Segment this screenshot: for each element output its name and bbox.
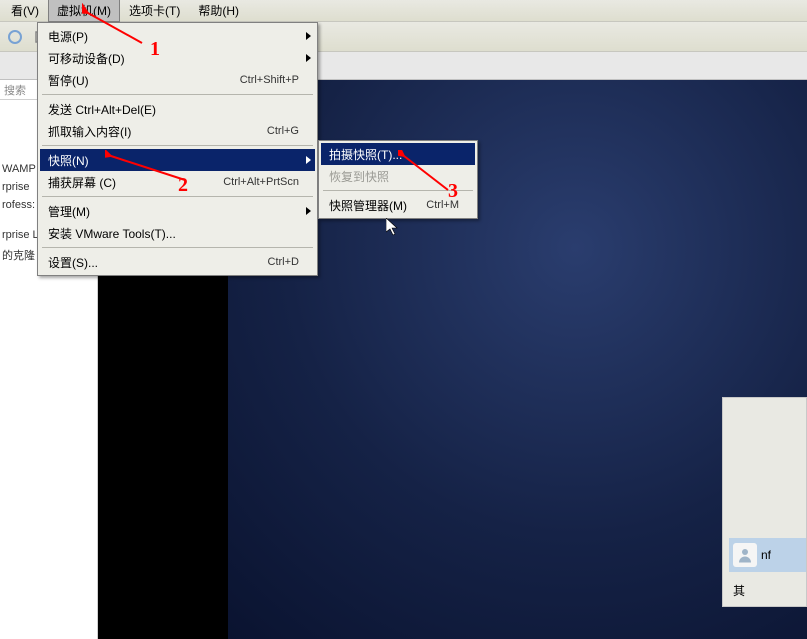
menu-shortcut: Ctrl+Shift+P: [240, 74, 311, 86]
menu-label: 设置(S)...: [48, 254, 268, 271]
annotation-number-1: 1: [150, 38, 160, 61]
menu-separator: [42, 94, 313, 95]
menu-label: 拍摄快照(T)...: [329, 146, 471, 163]
menubar: 看(V) 虚拟机(M) 选项卡(T) 帮助(H): [0, 0, 807, 22]
menu-label: 电源(P): [48, 28, 302, 45]
menu-label: 管理(M): [48, 203, 302, 220]
annotation-number-3: 3: [448, 180, 458, 203]
menu-tabs[interactable]: 选项卡(T): [120, 0, 189, 22]
menu-shortcut: Ctrl+G: [267, 125, 311, 137]
submenu-arrow-icon: [306, 156, 311, 164]
vm-menu: 电源(P) 可移动设备(D) 暂停(U) Ctrl+Shift+P 发送 Ctr…: [37, 22, 318, 276]
menu-label: 快照(N): [48, 152, 302, 169]
menu-label: 暂停(U): [48, 72, 240, 89]
menu-item-installtools[interactable]: 安装 VMware Tools(T)...: [40, 222, 315, 244]
menu-label: 快照管理器(M): [329, 197, 426, 214]
menu-view[interactable]: 看(V): [2, 0, 48, 22]
menu-item-power[interactable]: 电源(P): [40, 25, 315, 47]
menu-label: 发送 Ctrl+Alt+Del(E): [48, 101, 311, 118]
toolbar-btn-1[interactable]: [4, 26, 26, 48]
submenu-arrow-icon: [306, 207, 311, 215]
menu-item-manage[interactable]: 管理(M): [40, 200, 315, 222]
menu-item-snapshot[interactable]: 快照(N): [40, 149, 315, 171]
menu-shortcut: Ctrl+Alt+PrtScn: [223, 176, 311, 188]
menu-item-sendcad[interactable]: 发送 Ctrl+Alt+Del(E): [40, 98, 315, 120]
menu-separator: [42, 247, 313, 248]
submenu-arrow-icon: [306, 54, 311, 62]
login-panel: nf 其: [722, 397, 807, 607]
login-other-label: 其: [733, 582, 745, 599]
annotation-number-2: 2: [178, 174, 188, 197]
menu-item-pause[interactable]: 暂停(U) Ctrl+Shift+P: [40, 69, 315, 91]
menu-label: 安装 VMware Tools(T)...: [48, 225, 311, 242]
avatar-icon: [733, 543, 757, 567]
menu-item-grabinput[interactable]: 抓取输入内容(I) Ctrl+G: [40, 120, 315, 142]
menu-label: 捕获屏幕 (C): [48, 174, 223, 191]
menu-separator: [42, 145, 313, 146]
login-username: nf: [761, 548, 771, 562]
menu-shortcut: Ctrl+D: [268, 256, 311, 268]
login-other-row[interactable]: 其: [729, 578, 806, 602]
submenu-arrow-icon: [306, 32, 311, 40]
menu-label: 抓取输入内容(I): [48, 123, 267, 140]
submenu-item-take[interactable]: 拍摄快照(T)...: [321, 143, 475, 165]
menu-item-settings[interactable]: 设置(S)... Ctrl+D: [40, 251, 315, 273]
menu-item-removable[interactable]: 可移动设备(D): [40, 47, 315, 69]
login-user-row[interactable]: nf: [729, 538, 806, 572]
menu-help[interactable]: 帮助(H): [189, 0, 248, 22]
menu-label: 可移动设备(D): [48, 50, 302, 67]
menu-vm[interactable]: 虚拟机(M): [48, 0, 120, 22]
